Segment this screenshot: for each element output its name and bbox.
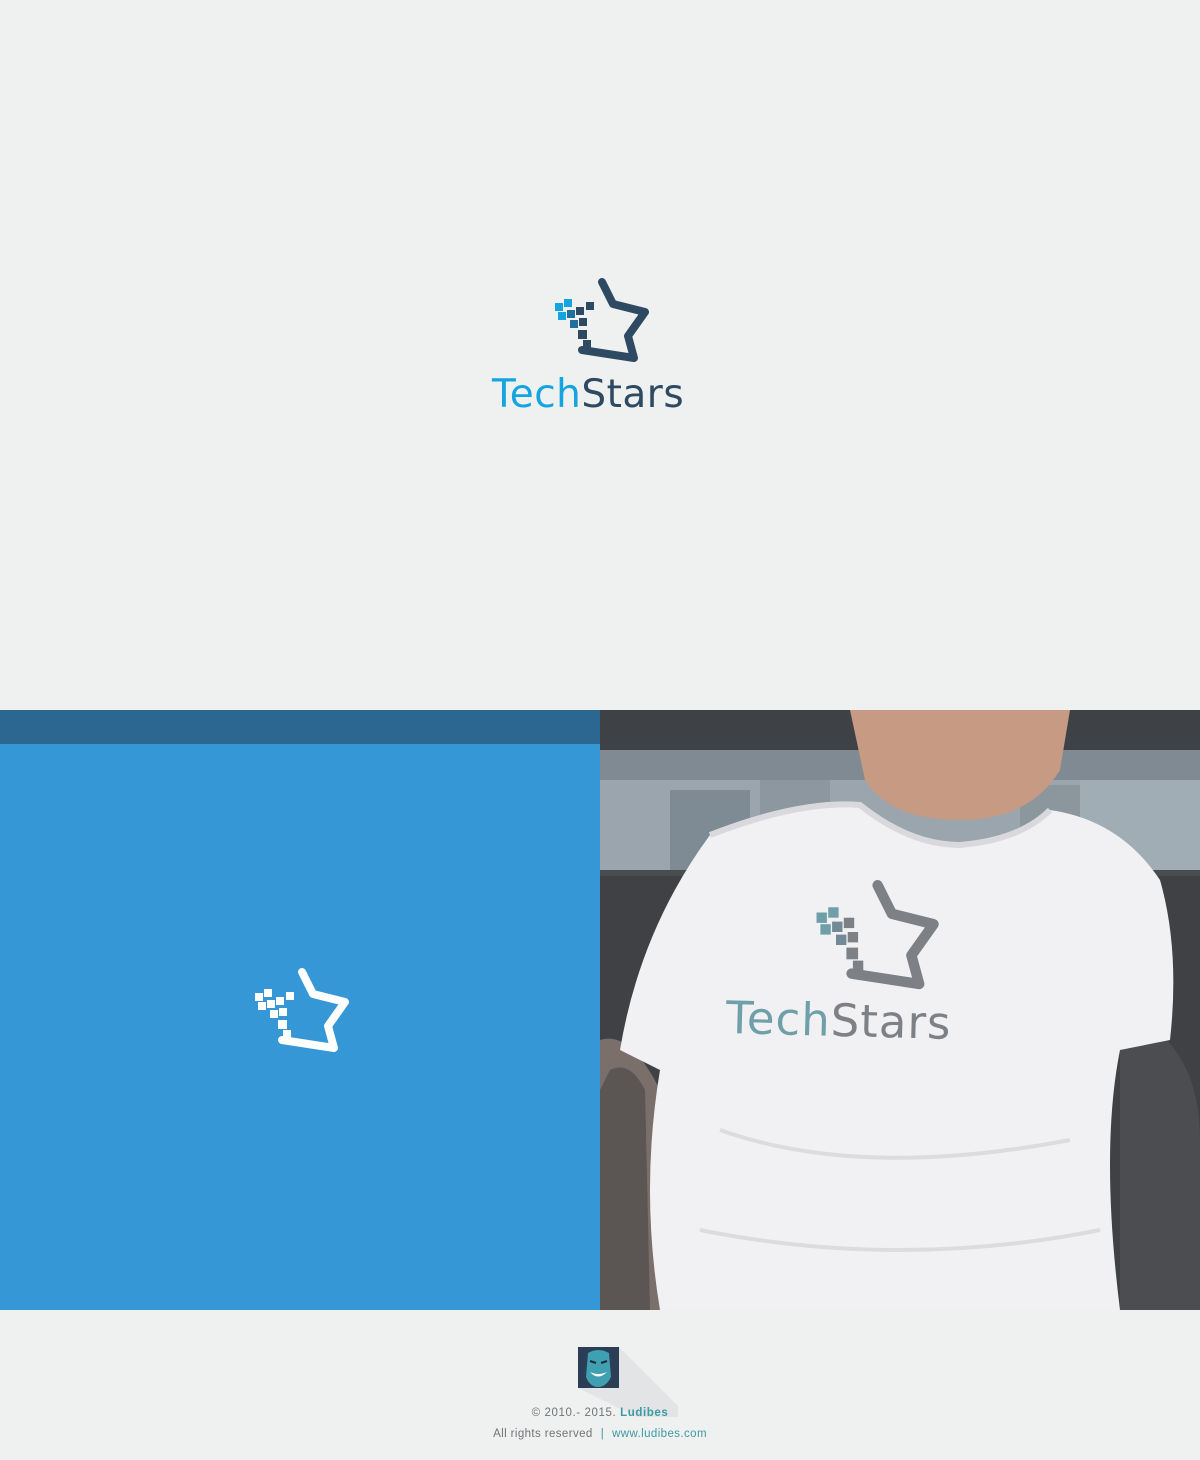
rights-line: All rights reserved | www.ludibes.com — [0, 1428, 1200, 1440]
brand-wordmark: TechStars — [492, 370, 712, 420]
grinning-face-icon — [578, 1347, 619, 1388]
shirt-wordmark-tech: Tech — [725, 991, 832, 1047]
copyright-brand: Ludibes — [620, 1407, 669, 1419]
shirt-brand-wordmark: TechStars — [725, 990, 1046, 1054]
tshirt-mockup-photo: TechStars — [600, 710, 1200, 1310]
website-link[interactable]: www.ludibes.com — [612, 1428, 707, 1440]
footer: © 2010.- 2015. Ludibes All rights reserv… — [0, 1310, 1200, 1460]
pixel-star-icon — [255, 968, 349, 1052]
brand-wordmark-stars: Stars — [581, 372, 685, 417]
copyright-text: © 2010.- 2015. — [531, 1407, 617, 1419]
rights-text: All rights reserved — [493, 1428, 593, 1440]
shirt-wordmark-stars: Stars — [830, 993, 953, 1050]
footer-separator: | — [600, 1428, 605, 1440]
brand-wordmark-tech: Tech — [492, 372, 582, 417]
blue-panel-header-band — [0, 710, 600, 744]
copyright-line: © 2010.- 2015. Ludibes — [0, 1407, 1200, 1419]
pixel-star-icon — [555, 278, 649, 362]
logo-hero-section: TechStars — [0, 0, 1200, 710]
blue-logo-panel — [0, 710, 600, 1310]
